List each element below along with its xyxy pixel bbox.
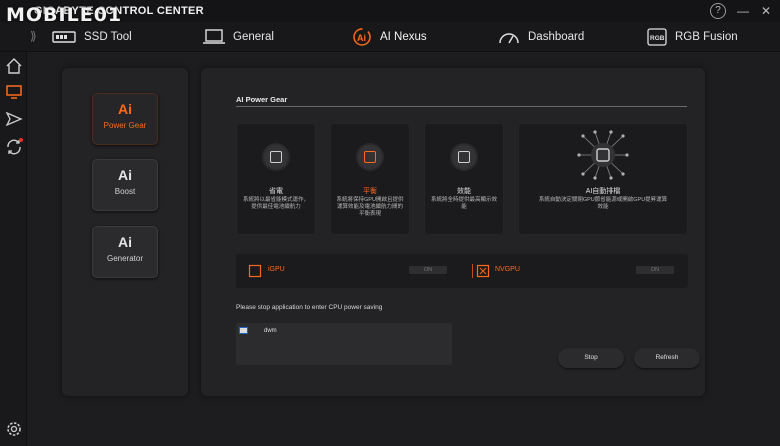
card-description: 系統將保持GPU開啟且提供運算效能及電池續航力間的平衡表現 [336,197,404,217]
app-list[interactable]: dwm [236,323,452,365]
balanced-card[interactable]: 平衡 系統將保持GPU開啟且提供運算效能及電池續航力間的平衡表現 [330,123,410,235]
card-title: AI自動排檔 [585,188,621,195]
ai-icon: Ai [118,167,132,183]
card-description: 系統將以最省能模式運作，提供最佳電池續航力 [242,197,309,210]
svg-text:RGB: RGB [650,35,665,42]
bolt-chip-icon [452,145,476,169]
stop-button[interactable]: Stop [558,348,624,368]
nvgpu-toggle[interactable]: ON [636,266,674,274]
mode-panel: Ai Power Gear Ai Boost Ai Generator [62,68,188,396]
app-name: dwm [264,327,277,334]
tab-ai-nexus[interactable]: Ai AI Nexus [352,22,427,52]
tab-label: SSD Tool [84,31,132,43]
ai-auto-gear-card[interactable]: AI自動排檔 系統自動決定關閉GPU節省能源或開啟GPU提昇運算效能 [518,123,688,235]
collapse-icon[interactable]: ⟫ [30,29,37,43]
card-title: 效能 [457,188,471,195]
watermark: MOBILE01 [6,4,123,26]
power-saving-card[interactable]: 省電 系統將以最省能模式運作，提供最佳電池續航力 [236,123,316,235]
tab-label: Dashboard [528,31,585,43]
gpu-status-bar: iGPU ON NVGPU ON [236,254,688,288]
igpu-chip-icon [248,264,262,278]
tab-ssd-tool[interactable]: SSD Tool [52,22,132,52]
mode-boost-button[interactable]: Ai Boost [92,159,158,211]
monitor-icon[interactable] [5,83,23,101]
performance-card[interactable]: 效能 系統將全時提供最高顯示效能 [424,123,504,235]
power-gear-panel: AI Power Gear 省電 系統將以最省能模式運作，提供最佳電池續航力 平… [201,68,705,396]
ai-icon: Ai [118,101,132,117]
left-rail [0,52,27,446]
laptop-icon [203,29,225,44]
mode-label: Generator [106,254,144,263]
tab-label: RGB Fusion [675,31,738,43]
list-item[interactable]: dwm [239,327,277,334]
tab-general[interactable]: General [203,22,274,52]
mode-power-gear-button[interactable]: Ai Power Gear [92,93,158,145]
notification-dot [19,138,23,142]
send-icon[interactable] [5,110,23,128]
tab-rgb-fusion[interactable]: RGB RGB Fusion [647,22,738,52]
nvgpu-label: NVGPU [495,266,520,273]
ai-nexus-icon: Ai [353,28,371,46]
card-description: 系統將全時提供最高顯示效能 [430,197,497,210]
refresh-button[interactable]: Refresh [634,348,700,368]
card-title: 平衡 [363,188,377,195]
cpu-power-notice: Please stop application to enter CPU pow… [236,304,383,311]
igpu-label: iGPU [268,266,285,273]
card-title: 省電 [269,188,283,195]
section-title: AI Power Gear [236,95,288,104]
divider [472,264,473,278]
card-description: 系統自動決定關閉GPU節省能源或開啟GPU提昇運算效能 [538,197,668,210]
igpu-toggle[interactable]: ON [409,266,447,274]
mode-label: Power Gear [103,121,147,130]
help-icon[interactable]: ? [710,3,726,19]
close-icon[interactable]: ✕ [758,3,774,19]
ai-icon: Ai [118,234,132,250]
chip-icon [358,145,382,169]
minimize-icon[interactable]: — [735,3,751,19]
tab-dashboard[interactable]: Dashboard [498,22,584,52]
gauge-icon [499,33,519,44]
ssd-icon [52,31,76,43]
app-window-icon [239,327,248,334]
mode-generator-button[interactable]: Ai Generator [92,226,158,278]
divider [236,106,687,107]
tab-label: AI Nexus [380,31,427,43]
mode-label: Boost [114,187,136,196]
ai-network-icon [577,130,629,180]
svg-text:Ai: Ai [357,33,366,43]
nvgpu-chip-icon [476,264,490,278]
top-nav: ⟫ SSD Tool General Ai AI Nexus Dashboard [0,22,780,52]
tab-label: General [233,31,274,43]
rgb-icon: RGB [647,28,667,46]
settings-icon[interactable] [5,420,23,438]
home-icon[interactable] [5,57,23,75]
chip-icon [264,145,288,169]
